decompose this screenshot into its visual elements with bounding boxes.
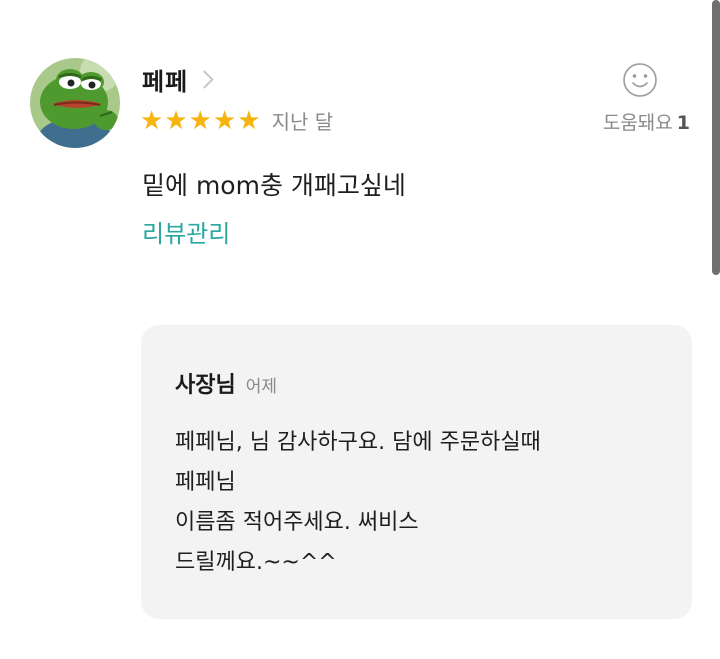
helpful-label: 도움돼요	[602, 112, 673, 134]
reply-line: 페페님, 님 감사하구요. 담에 주문하실때	[175, 430, 541, 455]
star-icon: ★	[212, 105, 237, 136]
star-icon: ★	[164, 105, 188, 136]
review-manage-link[interactable]: 리뷰관리	[142, 214, 230, 249]
helpful-count: 1	[676, 112, 690, 134]
reply-text: 페페님, 님 감사하구요. 담에 주문하실때 페페님 이름좀 적어주세요. 써비…	[175, 423, 541, 583]
review-screen: 페페 ★ ★ ★ ★ ★ 지난 달 도움돼요 1 밑에 mom충 개패고싶네 리뷰관리 사…	[0, 0, 720, 659]
reviewer-name[interactable]: 페페	[142, 62, 188, 97]
helpful-label-group[interactable]: 도움돼요 1	[603, 108, 690, 135]
reply-line: 이름좀 적어주세요. 써비스	[175, 510, 419, 535]
reply-header: 사장님 어제	[175, 367, 277, 399]
star-rating: ★ ★ ★ ★ ★	[140, 107, 262, 135]
star-icon: ★	[188, 105, 212, 136]
review-date: 지난 달	[271, 110, 334, 134]
reviewer-avatar[interactable]	[30, 58, 120, 148]
review-text: 밑에 mom충 개패고싶네	[142, 171, 406, 200]
reply-line: 드릴께요.~~^^	[175, 550, 337, 575]
smiley-icon[interactable]	[622, 62, 658, 98]
owner-reply-box: 사장님 어제 페페님, 님 감사하구요. 담에 주문하실때 페페님 이름좀 적어…	[141, 325, 692, 619]
star-icon: ★	[140, 105, 164, 136]
star-icon: ★	[237, 105, 261, 136]
owner-name: 사장님	[175, 373, 236, 398]
reviewer-header[interactable]: 페페	[142, 62, 214, 97]
chevron-right-icon[interactable]	[195, 70, 214, 89]
reply-date: 어제	[245, 377, 278, 397]
scrollbar[interactable]	[712, 0, 720, 275]
frog-avatar-icon	[30, 58, 120, 148]
reply-line: 페페님	[175, 470, 236, 495]
rating-row: ★ ★ ★ ★ ★ 지난 달	[140, 106, 333, 135]
